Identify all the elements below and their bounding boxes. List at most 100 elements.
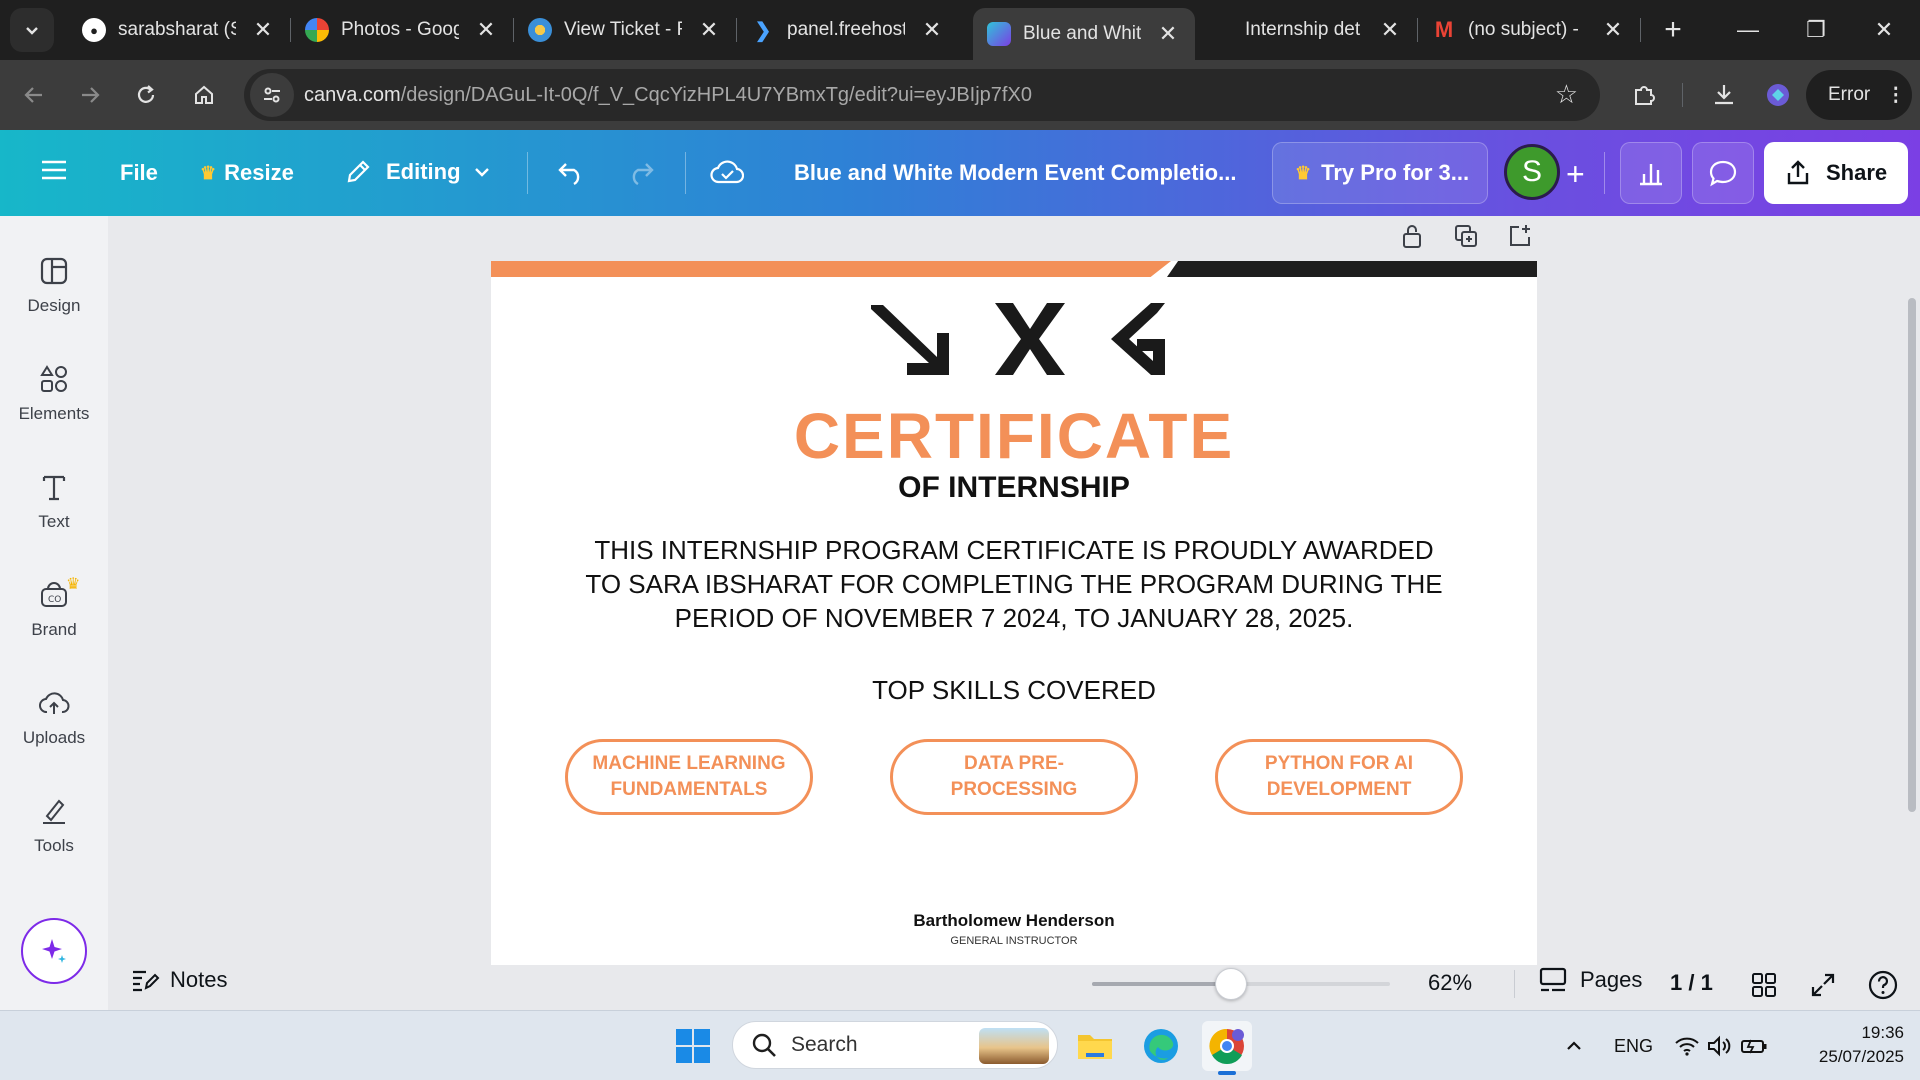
windows-taskbar: Search ENG 19:36 25/07/2025 bbox=[0, 1010, 1920, 1080]
profile-error-button[interactable]: Error ⋮ bbox=[1806, 70, 1912, 120]
google-photos-icon bbox=[305, 18, 329, 42]
close-icon[interactable]: ✕ bbox=[1155, 21, 1181, 47]
notes-button[interactable]: Notes bbox=[130, 966, 227, 994]
browser-tab[interactable]: Photos - Goog ✕ bbox=[291, 6, 513, 54]
browser-tab[interactable]: View Ticket - F ✕ bbox=[514, 6, 736, 54]
file-menu-button[interactable]: File bbox=[120, 160, 158, 186]
try-pro-button[interactable]: ♛ Try Pro for 3... bbox=[1272, 142, 1488, 204]
github-icon: ● bbox=[82, 18, 106, 42]
tray-overflow-button[interactable] bbox=[1564, 1011, 1584, 1080]
crown-icon: ♛ bbox=[66, 576, 81, 593]
doc-title-text: Blue and White Modern Event Completio... bbox=[794, 160, 1237, 185]
profile-extension-button[interactable] bbox=[1750, 67, 1806, 123]
editing-mode-button[interactable]: Editing bbox=[344, 158, 491, 186]
vertical-scrollbar[interactable] bbox=[1908, 298, 1916, 812]
home-button[interactable] bbox=[176, 67, 232, 123]
reload-icon bbox=[137, 85, 155, 103]
language-indicator[interactable]: ENG bbox=[1614, 1011, 1653, 1080]
sidebar-item-text[interactable]: Text bbox=[0, 454, 108, 550]
close-icon[interactable]: ✕ bbox=[919, 17, 945, 43]
downloads-button[interactable] bbox=[1696, 67, 1752, 123]
reload-button[interactable] bbox=[118, 67, 174, 123]
pages-button[interactable]: Pages bbox=[1538, 966, 1642, 994]
sidebar-item-label: Elements bbox=[18, 404, 90, 423]
help-button[interactable] bbox=[1866, 968, 1900, 1002]
sidebar-item-elements[interactable]: Elements bbox=[0, 346, 108, 442]
gmail-icon: M bbox=[1434, 17, 1454, 42]
file-explorer-icon[interactable] bbox=[1070, 1021, 1120, 1071]
chrome-browser-icon[interactable] bbox=[1202, 1021, 1252, 1075]
company-logo bbox=[871, 303, 1165, 375]
taskbar-search[interactable]: Search bbox=[732, 1021, 1058, 1069]
zoom-slider-handle[interactable] bbox=[1215, 968, 1247, 1000]
browser-tab[interactable]: M (no subject) - ✕ bbox=[1418, 6, 1640, 54]
sidebar-item-label: Tools bbox=[34, 836, 74, 855]
extensions-button[interactable] bbox=[1616, 67, 1672, 123]
tab-title: (no subject) - bbox=[1468, 19, 1579, 40]
edge-browser-icon[interactable] bbox=[1136, 1021, 1186, 1071]
close-icon[interactable]: ✕ bbox=[1377, 17, 1403, 43]
back-button[interactable] bbox=[6, 67, 62, 123]
sidebar-item-design[interactable]: Design bbox=[0, 238, 108, 334]
comments-button[interactable] bbox=[1692, 142, 1754, 204]
restore-button[interactable]: ❐ bbox=[1782, 0, 1850, 60]
start-button[interactable] bbox=[668, 1021, 718, 1071]
document-title[interactable]: Blue and White Modern Event Completio... bbox=[794, 160, 1236, 186]
tools-icon bbox=[43, 799, 65, 824]
browser-tab[interactable]: ❯ panel.freehost ✕ bbox=[737, 6, 959, 54]
sidebar-item-label: Brand bbox=[31, 620, 77, 639]
close-icon[interactable]: ✕ bbox=[1600, 17, 1626, 43]
add-collaborator-button[interactable]: + bbox=[1566, 156, 1585, 193]
redo-button[interactable] bbox=[626, 158, 656, 186]
insights-button[interactable] bbox=[1620, 142, 1682, 204]
canva-footer: Notes 62% Pages 1 / 1 bbox=[0, 958, 1920, 1010]
sidebar-item-tools[interactable]: Tools bbox=[0, 778, 108, 874]
duplicate-page-button[interactable] bbox=[1450, 220, 1482, 252]
forward-button[interactable] bbox=[62, 67, 118, 123]
bookmark-star-icon[interactable]: ☆ bbox=[1555, 79, 1578, 110]
tab-title: View Ticket - F bbox=[564, 19, 682, 40]
certificate-page[interactable]: CERTIFICATE OF INTERNSHIP THIS INTERNSHI… bbox=[491, 261, 1537, 965]
share-button[interactable]: Share bbox=[1764, 142, 1908, 204]
site-settings-icon[interactable] bbox=[250, 73, 294, 117]
notes-icon bbox=[133, 970, 160, 992]
window-close-button[interactable]: ✕ bbox=[1850, 0, 1918, 60]
resize-button[interactable]: ♛ Resize bbox=[200, 160, 294, 186]
close-icon[interactable]: ✕ bbox=[696, 17, 722, 43]
chevron-down-icon bbox=[474, 168, 489, 177]
editing-label: Editing bbox=[386, 159, 461, 184]
minimize-button[interactable]: — bbox=[1714, 0, 1782, 60]
network-volume-battery[interactable] bbox=[1674, 1011, 1768, 1080]
fullscreen-button[interactable] bbox=[1806, 968, 1840, 1002]
sidebar-item-label: Uploads bbox=[22, 728, 86, 747]
help-icon bbox=[1868, 970, 1898, 1000]
sidebar-item-label: Design bbox=[27, 296, 81, 315]
close-icon[interactable]: ✕ bbox=[473, 17, 499, 43]
svg-text:CO: CO bbox=[48, 595, 61, 605]
sidebar-item-uploads[interactable]: Uploads bbox=[0, 670, 108, 766]
zoom-slider[interactable] bbox=[1092, 968, 1390, 1000]
browser-tab[interactable]: ● sarabsharat (S ✕ bbox=[68, 6, 290, 54]
save-status-button[interactable] bbox=[710, 158, 744, 186]
browser-tab-active[interactable]: Blue and Whit ✕ bbox=[973, 8, 1195, 60]
browser-tab[interactable]: Internship det ✕ bbox=[1195, 6, 1417, 54]
undo-button[interactable] bbox=[556, 158, 586, 186]
tab-search-button[interactable] bbox=[10, 8, 54, 52]
add-page-button[interactable] bbox=[1504, 220, 1536, 252]
new-tab-button[interactable]: + bbox=[1655, 13, 1691, 47]
zoom-level[interactable]: 62% bbox=[1428, 970, 1472, 996]
canva-icon bbox=[987, 22, 1011, 46]
kebab-menu-icon[interactable]: ⋮ bbox=[1886, 84, 1905, 107]
uploads-icon bbox=[39, 692, 70, 714]
duplicate-icon bbox=[1455, 225, 1477, 247]
grid-view-button[interactable] bbox=[1747, 968, 1781, 1002]
main-menu-button[interactable] bbox=[40, 158, 68, 182]
close-icon[interactable]: ✕ bbox=[250, 17, 276, 43]
sidebar-item-brand[interactable]: ♛ CO Brand bbox=[0, 562, 108, 658]
clock-date: 25/07/2025 bbox=[1818, 1047, 1904, 1066]
canva-sidebar: Design Elements Text ♛ CO Brand Uploads … bbox=[0, 216, 108, 1010]
clock[interactable]: 19:36 25/07/2025 bbox=[1784, 1021, 1904, 1069]
lock-page-button[interactable] bbox=[1396, 220, 1428, 252]
address-bar[interactable]: canva.com/design/DAGuL-It-0Q/f_V_CqcYizH… bbox=[244, 69, 1600, 121]
avatar[interactable]: S bbox=[1504, 144, 1560, 200]
